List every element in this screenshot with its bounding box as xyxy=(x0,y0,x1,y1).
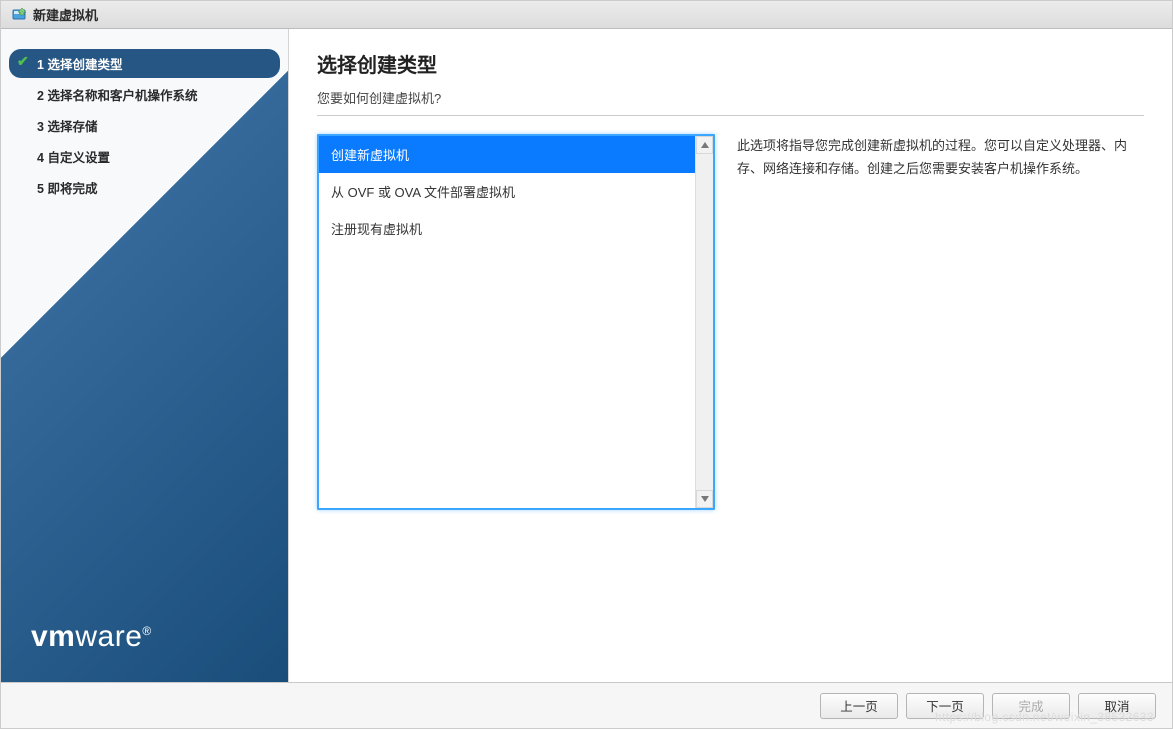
divider xyxy=(317,115,1144,116)
step-select-type[interactable]: ✔ 1 选择创建类型 xyxy=(9,49,280,78)
option-area: 创建新虚拟机 从 OVF 或 OVA 文件部署虚拟机 注册现有虚拟机 此选项将指… xyxy=(317,134,1144,510)
brand-reg: ® xyxy=(142,624,151,638)
page-title: 选择创建类型 xyxy=(317,49,1144,78)
wizard-footer: 上一页 下一页 完成 取消 https://blog.csdn.net/weix… xyxy=(1,682,1172,728)
step-customize[interactable]: 4 自定义设置 xyxy=(9,142,280,171)
titlebar: 新建虚拟机 xyxy=(1,1,1172,29)
window-title: 新建虚拟机 xyxy=(33,5,98,24)
wizard-body: ✔ 1 选择创建类型 2 选择名称和客户机操作系统 3 选择存储 4 自定义设置… xyxy=(1,29,1172,682)
step-ready[interactable]: 5 即将完成 xyxy=(9,173,280,202)
step-storage[interactable]: 3 选择存储 xyxy=(9,111,280,140)
step-label: 选择名称和客户机操作系统 xyxy=(47,89,197,103)
finish-button[interactable]: 完成 xyxy=(992,693,1070,719)
steps-list: ✔ 1 选择创建类型 2 选择名称和客户机操作系统 3 选择存储 4 自定义设置… xyxy=(1,49,288,202)
brand-vm: vm xyxy=(31,620,75,653)
step-label: 选择创建类型 xyxy=(47,58,122,72)
option-deploy-ovf[interactable]: 从 OVF 或 OVA 文件部署虚拟机 xyxy=(319,173,695,210)
listbox-scrollbar[interactable] xyxy=(695,136,713,508)
wizard-main: 选择创建类型 您要如何创建虚拟机? 创建新虚拟机 从 OVF 或 OVA 文件部… xyxy=(289,29,1172,682)
next-button[interactable]: 下一页 xyxy=(906,693,984,719)
step-num: 3 xyxy=(37,120,44,134)
step-num: 5 xyxy=(37,182,44,196)
vm-wizard-icon xyxy=(11,7,27,23)
back-button[interactable]: 上一页 xyxy=(820,693,898,719)
step-num: 4 xyxy=(37,151,44,165)
scroll-up-icon[interactable] xyxy=(696,136,713,154)
step-label: 即将完成 xyxy=(47,182,97,196)
brand-ware: ware xyxy=(75,620,142,653)
step-name-guest-os[interactable]: 2 选择名称和客户机操作系统 xyxy=(9,80,280,109)
step-label: 选择存储 xyxy=(47,120,97,134)
cancel-button[interactable]: 取消 xyxy=(1078,693,1156,719)
check-icon: ✔ xyxy=(17,53,29,70)
option-register-existing[interactable]: 注册现有虚拟机 xyxy=(319,210,695,247)
page-question: 您要如何创建虚拟机? xyxy=(317,88,1144,107)
step-label: 自定义设置 xyxy=(47,151,110,165)
step-num: 1 xyxy=(37,58,44,72)
listbox-items: 创建新虚拟机 从 OVF 或 OVA 文件部署虚拟机 注册现有虚拟机 xyxy=(319,136,695,508)
wizard-sidebar: ✔ 1 选择创建类型 2 选择名称和客户机操作系统 3 选择存储 4 自定义设置… xyxy=(1,29,289,682)
option-description: 此选项将指导您完成创建新虚拟机的过程。您可以自定义处理器、内存、网络连接和存储。… xyxy=(737,134,1144,181)
option-create-new[interactable]: 创建新虚拟机 xyxy=(319,136,695,173)
vmware-logo: vmware® xyxy=(31,620,152,654)
scroll-down-icon[interactable] xyxy=(696,490,713,508)
step-num: 2 xyxy=(37,89,44,103)
creation-type-listbox[interactable]: 创建新虚拟机 从 OVF 或 OVA 文件部署虚拟机 注册现有虚拟机 xyxy=(317,134,715,510)
